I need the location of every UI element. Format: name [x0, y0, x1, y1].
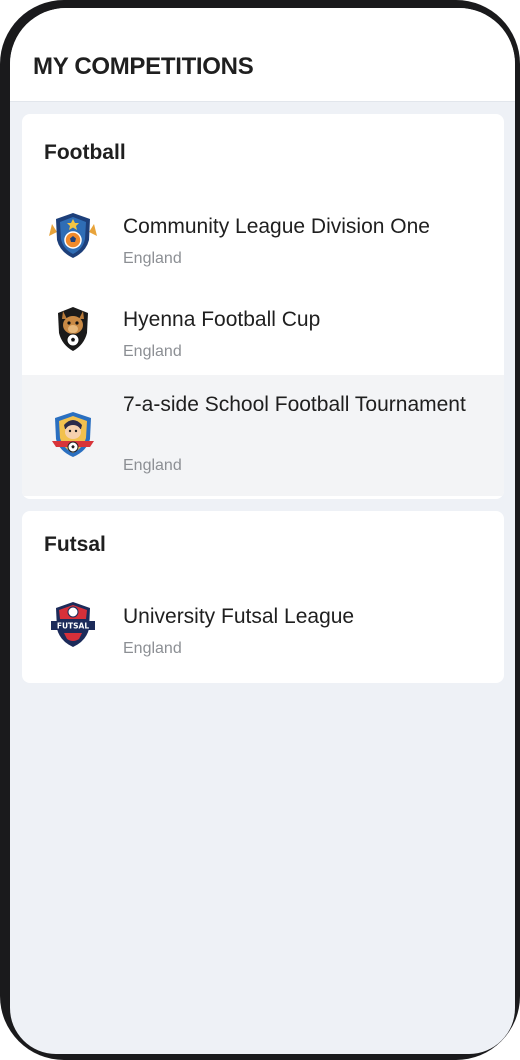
- competition-country: England: [123, 343, 182, 360]
- competition-name: Community League Division One: [123, 215, 430, 238]
- section-card-football: Football Community League Division One E…: [22, 114, 504, 499]
- hyena-crest-icon: [58, 307, 88, 351]
- competition-country: England: [123, 457, 182, 474]
- school-boy-crest-icon: [52, 412, 94, 457]
- competition-name: University Futsal League: [123, 605, 355, 628]
- competition-name: Hyenna Football Cup: [123, 308, 321, 331]
- section-title-football: Football: [44, 141, 126, 164]
- competition-name: 7-a-side School Football Tournament: [123, 393, 466, 416]
- section-card-futsal: Futsal FUTSAL University Futsal League E…: [22, 511, 504, 683]
- phone-frame: MY COMPETITIONS Football Community Leagu…: [0, 0, 520, 1060]
- competition-country: England: [123, 640, 182, 657]
- competition-country: England: [123, 250, 182, 267]
- section-title-futsal: Futsal: [44, 533, 106, 556]
- competition-item-hyenna-cup[interactable]: Hyenna Football Cup England: [22, 282, 504, 375]
- competition-item-school-tournament[interactable]: 7-a-side School Football Tournament Engl…: [22, 375, 504, 496]
- page-title: MY COMPETITIONS: [33, 53, 254, 80]
- shield-ball-wings-icon: [49, 213, 97, 258]
- competition-item-community-league[interactable]: Community League Division One England: [22, 189, 504, 282]
- competition-item-university-futsal[interactable]: FUTSAL University Futsal League England: [22, 579, 504, 674]
- app-screen: MY COMPETITIONS Football Community Leagu…: [10, 8, 515, 1054]
- futsal-shield-icon: FUTSAL: [51, 602, 95, 647]
- app-header: MY COMPETITIONS: [10, 8, 515, 102]
- svg-text:FUTSAL: FUTSAL: [57, 622, 90, 631]
